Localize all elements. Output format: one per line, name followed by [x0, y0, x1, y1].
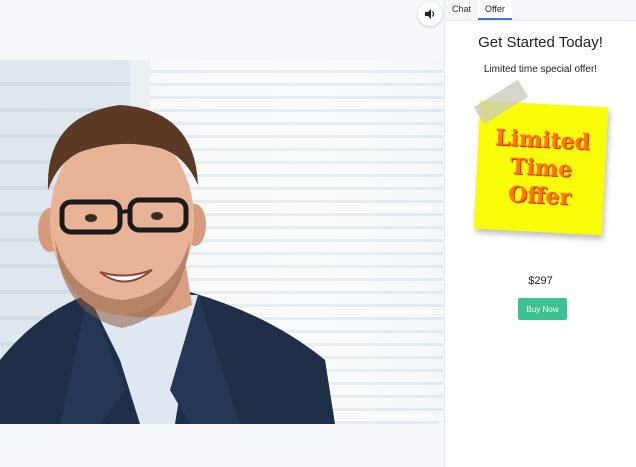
buy-now-button[interactable]: Buy Now: [518, 298, 567, 320]
tab-offer[interactable]: Offer: [478, 0, 512, 20]
sticky-line-1: Limited: [494, 124, 591, 156]
presenter-image: [0, 105, 335, 424]
video-panel: [0, 0, 444, 467]
offer-price: $297: [528, 275, 553, 287]
tab-chat[interactable]: Chat: [445, 0, 478, 20]
offer-title: Get Started Today!: [478, 34, 603, 51]
sticky-line-2: Time: [509, 153, 573, 183]
speaker-icon: [425, 9, 435, 19]
offer-subtitle: Limited time special offer!: [483, 64, 598, 75]
offer-sidebar: Chat Offer Get Started Today! Limited ti…: [444, 0, 636, 467]
sticky-line-3: Offer: [507, 181, 572, 211]
sidebar-tabs: Chat Offer: [445, 0, 636, 21]
presenter-video[interactable]: [0, 60, 443, 424]
speaker-button[interactable]: [418, 2, 442, 26]
limited-offer-sticky-note: Limited Time Offer: [473, 100, 609, 236]
